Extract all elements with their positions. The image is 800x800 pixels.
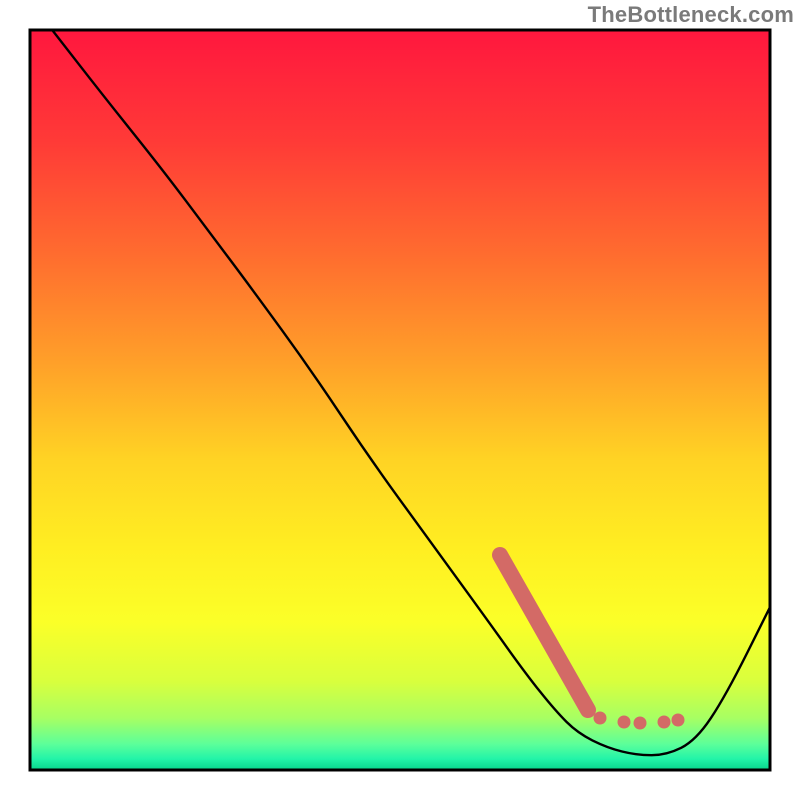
highlight-dot <box>658 716 671 729</box>
highlight-dot <box>672 714 685 727</box>
chart-stage: TheBottleneck.com <box>0 0 800 800</box>
highlight-dot <box>618 716 631 729</box>
highlight-dot <box>594 712 607 725</box>
watermark-text: TheBottleneck.com <box>588 2 794 28</box>
bottleneck-chart <box>0 0 800 800</box>
highlight-dot <box>634 717 647 730</box>
